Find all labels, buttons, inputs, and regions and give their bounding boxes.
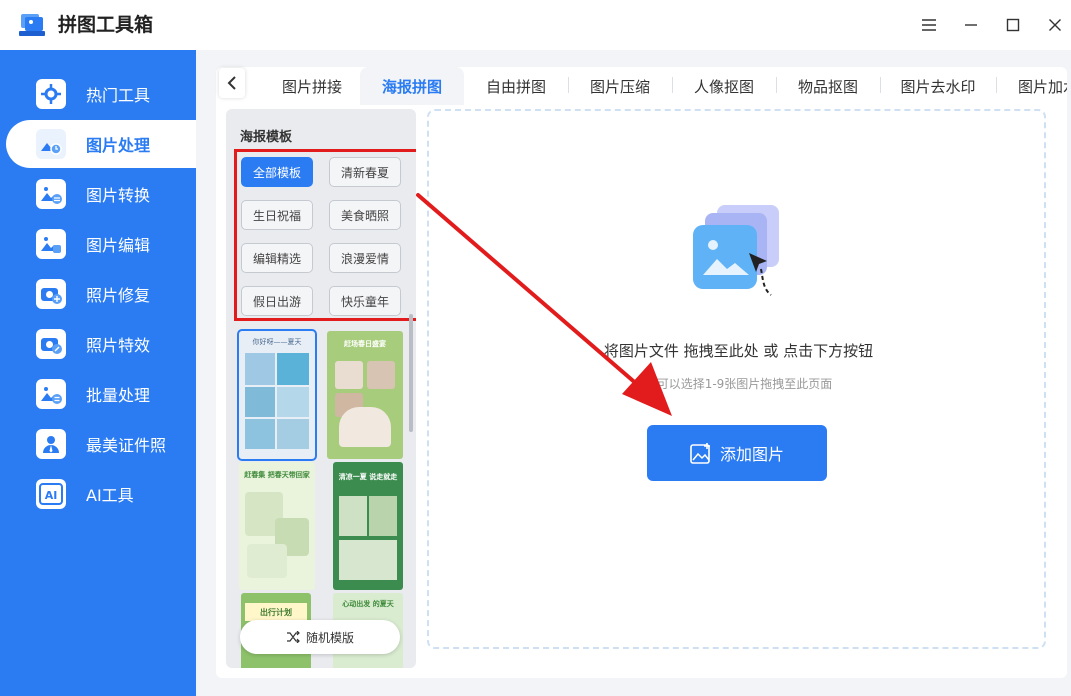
- chip-birthday[interactable]: 生日祝福: [241, 200, 313, 230]
- ai-icon: AI: [36, 479, 66, 509]
- drop-instruction: 将图片文件 拖拽至此处 或 点击下方按钮: [603, 342, 874, 360]
- sidebar-item-label: 热门工具: [86, 86, 151, 105]
- template-thumb[interactable]: 清凉一夏 说走就走: [333, 462, 403, 590]
- template-panel-title: 海报模板: [240, 130, 293, 145]
- image-upload-illustration-icon: [693, 205, 779, 296]
- content-area: 图片拼接 海报拼图 自由拼图 图片压缩 人像抠图 物品抠图 图片去水印 图片加水…: [196, 50, 1071, 696]
- sidebar-item-image-edit[interactable]: 图片编辑: [0, 220, 196, 268]
- tab-clip: 图片加水印: [996, 67, 1067, 105]
- menu-button[interactable]: [917, 13, 941, 37]
- chip-food[interactable]: 美食晒照: [329, 200, 401, 230]
- chip-fresh-spring-summer[interactable]: 清新春夏: [329, 157, 401, 187]
- tab-remove-watermark[interactable]: 图片去水印: [880, 67, 996, 105]
- main-panel: 图片拼接 海报拼图 自由拼图 图片压缩 人像抠图 物品抠图 图片去水印 图片加水…: [216, 67, 1067, 678]
- minimize-button[interactable]: [959, 13, 983, 37]
- tab-scroll-left-button[interactable]: [219, 68, 245, 98]
- shuffle-icon: [286, 631, 300, 643]
- app-title: 拼图工具箱: [58, 14, 154, 36]
- sidebar-item-batch[interactable]: 批量处理: [0, 370, 196, 418]
- tab-image-compress[interactable]: 图片压缩: [568, 67, 672, 105]
- add-image-label: 添加图片: [719, 445, 784, 464]
- add-image-button[interactable]: 添加图片: [647, 425, 827, 481]
- photo-repair-icon: [36, 279, 66, 309]
- sidebar-item-image-process[interactable]: 图片处理: [6, 120, 196, 168]
- sidebar-item-label: 图片转换: [86, 186, 151, 205]
- chip-romance[interactable]: 浪漫爱情: [329, 243, 401, 273]
- image-convert-icon: [36, 179, 66, 209]
- chip-happy-childhood[interactable]: 快乐童年: [329, 286, 401, 316]
- image-edit-icon: [36, 229, 66, 259]
- sidebar: 热门工具 图片处理 图片转换 图片编辑 照片修复 照片特效 批量处理 最美证件照…: [0, 50, 196, 696]
- template-scrollbar[interactable]: [409, 314, 413, 432]
- sidebar-item-label: AI工具: [86, 486, 134, 505]
- sidebar-item-id-photo[interactable]: 最美证件照: [0, 420, 196, 468]
- drop-hint: 您可以选择1-9张图片拖拽至此页面: [644, 377, 833, 391]
- sidebar-item-label: 图片编辑: [86, 236, 151, 255]
- image-process-icon: [36, 129, 66, 159]
- svg-text:AI: AI: [45, 489, 58, 502]
- chip-all-templates[interactable]: 全部模板: [241, 157, 313, 187]
- minimize-icon: [965, 24, 977, 26]
- sidebar-item-label: 照片特效: [86, 336, 151, 355]
- sidebar-item-label: 批量处理: [86, 386, 151, 405]
- tab-object-cutout[interactable]: 物品抠图: [776, 67, 880, 105]
- tab-poster-collage[interactable]: 海报拼图: [360, 67, 464, 105]
- tab-portrait-cutout[interactable]: 人像抠图: [672, 67, 776, 105]
- maximize-icon: [1006, 18, 1020, 32]
- hamburger-icon: [922, 19, 936, 31]
- sidebar-item-label: 图片处理: [86, 136, 151, 155]
- id-photo-icon: [36, 429, 66, 459]
- sidebar-item-photo-repair[interactable]: 照片修复: [0, 270, 196, 318]
- title-bar: 拼图工具箱: [0, 0, 1071, 50]
- photo-effect-icon: [36, 329, 66, 359]
- random-template-label: 随机模版: [305, 630, 354, 645]
- tab-add-watermark[interactable]: 图片加水印: [996, 67, 1067, 105]
- chip-holiday-trip[interactable]: 假日出游: [241, 286, 313, 316]
- add-image-icon: [690, 443, 710, 464]
- image-drop-zone[interactable]: 将图片文件 拖拽至此处 或 点击下方按钮 您可以选择1-9张图片拖拽至此页面 添…: [427, 109, 1046, 649]
- template-thumb[interactable]: 赶春集 把春天带回家: [239, 462, 315, 590]
- sidebar-item-hot-tools[interactable]: 热门工具: [0, 70, 196, 118]
- sidebar-item-label: 最美证件照: [86, 436, 167, 455]
- sidebar-item-label: 照片修复: [86, 286, 151, 305]
- app-logo-icon: [19, 14, 45, 36]
- batch-icon: [36, 379, 66, 409]
- close-button[interactable]: [1043, 13, 1067, 37]
- sidebar-item-image-convert[interactable]: 图片转换: [0, 170, 196, 218]
- tab-free-collage[interactable]: 自由拼图: [464, 67, 568, 105]
- template-panel: 海报模板 全部模板 清新春夏 生日祝福 美食晒照 编辑精选 浪漫爱情 假日出游 …: [226, 109, 416, 668]
- sidebar-item-ai[interactable]: AI AI工具: [0, 470, 196, 518]
- template-thumb[interactable]: 你好呀——夏天: [237, 329, 317, 461]
- chevron-left-icon: [227, 76, 236, 90]
- random-template-button[interactable]: 随机模版: [240, 620, 400, 654]
- maximize-button[interactable]: [1001, 13, 1025, 37]
- close-icon: [1049, 19, 1061, 31]
- chip-editor-picks[interactable]: 编辑精选: [241, 243, 313, 273]
- sidebar-item-photo-effect[interactable]: 照片特效: [0, 320, 196, 368]
- tab-image-splice[interactable]: 图片拼接: [260, 67, 364, 105]
- template-thumb[interactable]: 赶场春日盛宴: [327, 331, 403, 459]
- tools-icon: [36, 79, 66, 109]
